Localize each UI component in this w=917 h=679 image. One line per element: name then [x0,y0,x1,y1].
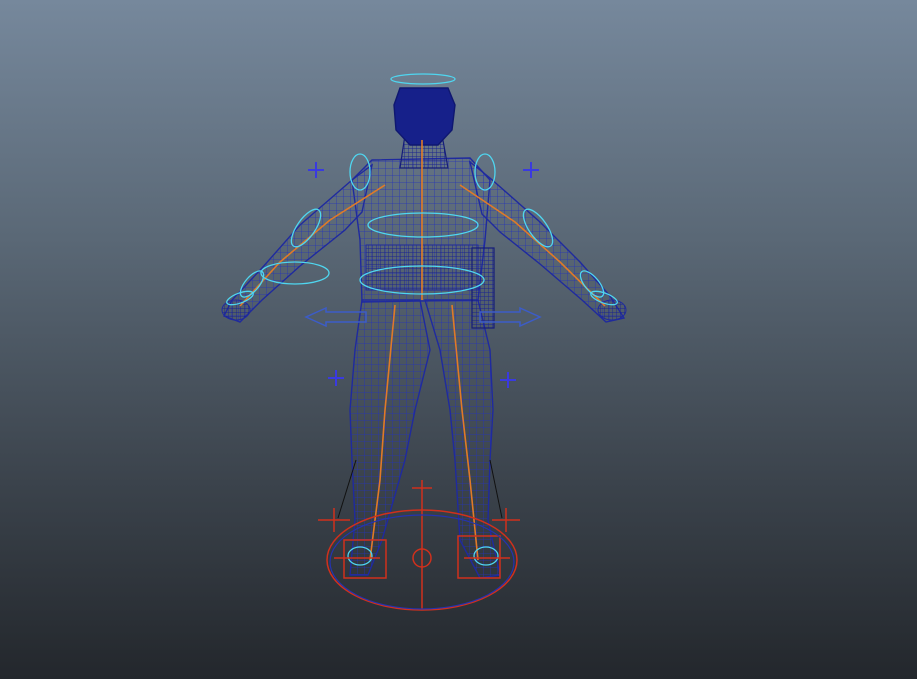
leg-pole-vector-left[interactable] [328,370,344,386]
left-hand-mesh[interactable] [221,299,251,321]
viewport-scene[interactable] [0,0,917,679]
head-mesh[interactable] [393,87,456,146]
holster-mesh[interactable] [471,247,495,329]
arm-pole-vector-left[interactable] [308,162,324,178]
head-halo-control[interactable] [390,73,456,85]
knee-target-left[interactable] [318,508,350,532]
leg-pole-vector-right[interactable] [500,372,516,388]
left-leg-mesh[interactable] [349,299,431,576]
arm-pole-vector-right[interactable] [523,162,539,178]
3d-viewport[interactable] [0,0,917,679]
character-mesh[interactable] [221,87,627,579]
hip-arrow-left-icon[interactable] [304,306,367,328]
right-leg-guide [489,459,503,519]
